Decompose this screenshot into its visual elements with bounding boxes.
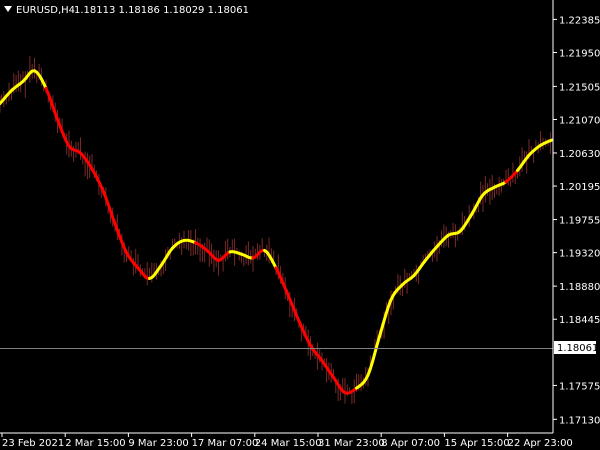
x-tick-label: 31 Mar 23:00 (318, 438, 385, 449)
indicator-point (217, 259, 220, 262)
indicator-point (56, 118, 59, 121)
indicator-point (183, 239, 185, 242)
indicator-point (33, 70, 36, 72)
indicator-point (413, 274, 415, 277)
indicator-point (321, 359, 323, 362)
x-tick-label: 22 Apr 23:00 (508, 438, 573, 449)
y-tick-label: 1.17575 (559, 381, 600, 392)
x-tick-label: 24 Mar 15:00 (255, 438, 322, 449)
price-tag-label: 1.18061 (557, 343, 598, 354)
indicator-point (206, 249, 208, 252)
y-tick-label: 1.20630 (559, 149, 600, 160)
ohlc-values: 1.18113 1.18186 1.18029 1.18061 (74, 5, 249, 16)
chart-header: EURUSD,H4 1.18113 1.18186 1.18029 1.1806… (4, 5, 249, 16)
indicator-point (125, 251, 128, 254)
symbol-label: EURUSD,H4 (16, 5, 75, 16)
indicator-point (298, 320, 300, 322)
indicator-point (355, 387, 358, 389)
y-tick-label: 1.21070 (559, 115, 600, 126)
indicator-point (447, 234, 450, 236)
y-tick-label: 1.19755 (559, 216, 600, 227)
y-tick-label: 1.17130 (559, 415, 600, 426)
indicator-point (332, 376, 335, 379)
indicator-point (252, 257, 254, 259)
indicator-point (275, 267, 277, 269)
x-tick-label: 8 Apr 07:00 (381, 438, 440, 449)
indicator-point (102, 191, 105, 193)
indicator-point (240, 253, 243, 255)
indicator-point (229, 251, 231, 253)
indicator-point (436, 245, 438, 248)
indicator-point (68, 145, 70, 147)
indicator-point (286, 292, 289, 295)
indicator-point (160, 264, 162, 267)
x-tick-label: 9 Mar 23:00 (128, 438, 188, 449)
price-chart[interactable]: 1.22385 1.21950 1.21505 1.21070 1.20630 1.201… (0, 0, 600, 450)
indicator-point (137, 267, 139, 269)
chart-background (0, 0, 600, 450)
indicator-point (367, 374, 369, 377)
indicator-point (378, 335, 381, 338)
y-tick-label: 1.21950 (559, 49, 600, 60)
indicator-point (22, 80, 24, 83)
indicator-point (459, 230, 461, 233)
indicator-point (79, 152, 82, 154)
indicator-point (505, 181, 507, 183)
x-tick-label: 23 Feb 2021 (2, 438, 64, 449)
indicator-point (470, 213, 473, 216)
y-tick-label: 1.18880 (559, 282, 600, 293)
y-tick-label: 1.22385 (559, 15, 600, 26)
x-tick-label: 15 Apr 15:00 (444, 438, 509, 449)
indicator-point (194, 242, 197, 244)
indicator-point (45, 87, 47, 90)
indicator-point (482, 194, 484, 196)
indicator-point (91, 168, 93, 170)
y-tick-label: 1.20195 (559, 182, 600, 193)
indicator-point (539, 144, 542, 147)
indicator-point (493, 186, 496, 188)
y-tick-label: 1.21505 (559, 82, 600, 93)
indicator-point (401, 283, 404, 286)
current-price-tag: 1.18061 (554, 341, 598, 354)
y-tick-label: 1.18445 (559, 315, 600, 326)
indicator-point (148, 277, 151, 280)
indicator-point (424, 259, 427, 262)
x-tick-label: 2 Mar 15:00 (65, 438, 125, 449)
x-tick-label: 17 Mar 07:00 (192, 438, 259, 449)
indicator-point (171, 247, 174, 249)
y-tick-label: 1.19320 (559, 249, 600, 260)
indicator-point (114, 222, 116, 225)
indicator-point (390, 299, 392, 301)
indicator-point (344, 391, 346, 394)
indicator-point (309, 344, 312, 347)
indicator-point (263, 249, 266, 252)
indicator-point (528, 154, 530, 156)
indicator-point (516, 169, 519, 172)
indicator-point (10, 89, 13, 92)
